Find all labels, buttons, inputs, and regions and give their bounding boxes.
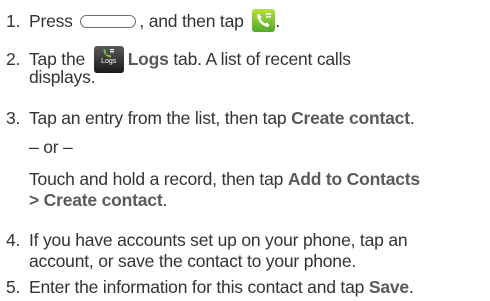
step-5: 5. Enter the information for this contact… (6, 277, 414, 298)
add-to-contacts-label: Add to Contacts (287, 169, 420, 189)
step-number: 4. (6, 230, 21, 250)
step-text: Press (29, 11, 73, 31)
step-4-continued: account, or save the contact to your pho… (29, 251, 357, 271)
step-text: tab. A list of recent calls (173, 49, 351, 69)
step-text: Tap an entry from the list, then tap (29, 108, 287, 128)
step-number: 2. (6, 49, 21, 69)
step-number: 3. (6, 108, 21, 128)
step-number: 5. (6, 277, 21, 297)
step-text: . (275, 11, 280, 31)
step-text: . (162, 190, 168, 210)
step-3: 3. Tap an entry from the list, then tap C… (6, 108, 415, 129)
step-text: Touch and hold a record, then tap (29, 169, 284, 189)
step-number: 1. (6, 11, 21, 31)
home-button-icon (80, 15, 137, 28)
step-text: , and then tap (139, 11, 244, 31)
step-4: 4. If you have accounts set up on your ph… (6, 230, 408, 251)
step-text: . (409, 108, 415, 128)
logs-icon-label: Logs (101, 58, 117, 65)
step-text: If you have accounts set up on your phon… (29, 230, 408, 250)
logs-tab-icon: Logs (93, 46, 124, 73)
or-separator: – or – (29, 137, 73, 157)
phone-icon (252, 9, 276, 32)
step-1: 1. Press , and then tap . (6, 9, 280, 32)
step-text: Tap the (29, 49, 86, 69)
step-text: Enter the information for this contact a… (29, 277, 365, 297)
alternative-line-1: Touch and hold a record, then tap Add to… (29, 169, 420, 190)
step-2-continued: displays. (29, 67, 96, 87)
logs-label: Logs (127, 49, 169, 69)
step-text: . (408, 277, 414, 297)
create-contact-label: > Create contact (29, 190, 163, 210)
alternative-line-2: > Create contact. (29, 190, 167, 211)
create-contact-label: Create contact (291, 108, 410, 128)
save-label: Save (368, 277, 409, 297)
